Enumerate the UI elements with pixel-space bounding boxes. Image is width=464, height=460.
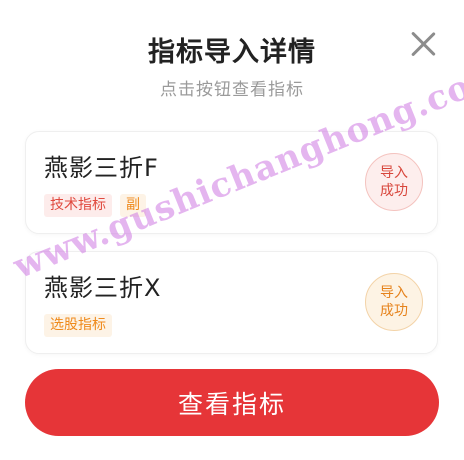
import-success-stamp: 导入 成功 — [365, 153, 423, 211]
dialog-subtitle: 点击按钮查看指标 — [160, 80, 304, 100]
tag-list: 技术指标 副 — [44, 194, 146, 217]
import-details-dialog: 指标导入详情 点击按钮查看指标 燕影三折F 技术指标 副 导入 成功 燕影三折X… — [0, 0, 464, 460]
indicator-name: 燕影三折X — [44, 274, 162, 302]
tag-list: 选股指标 — [44, 314, 112, 337]
import-success-stamp: 导入 成功 — [365, 273, 423, 331]
indicator-card[interactable]: 燕影三折F 技术指标 副 导入 成功 — [25, 131, 438, 234]
tag-sub: 副 — [120, 194, 146, 217]
dialog-title: 指标导入详情 — [148, 37, 316, 68]
status-line-1: 导入 — [380, 285, 408, 301]
view-indicators-button[interactable]: 查看指标 — [25, 369, 439, 436]
status-line-2: 成功 — [380, 303, 408, 319]
status-line-2: 成功 — [380, 183, 408, 199]
indicator-card[interactable]: 燕影三折X 选股指标 导入 成功 — [25, 251, 438, 354]
status-line-1: 导入 — [380, 165, 408, 181]
close-icon[interactable] — [410, 30, 436, 56]
indicator-name: 燕影三折F — [44, 154, 159, 182]
tag-screening-indicator: 选股指标 — [44, 314, 112, 337]
tag-technical-indicator: 技术指标 — [44, 194, 112, 217]
